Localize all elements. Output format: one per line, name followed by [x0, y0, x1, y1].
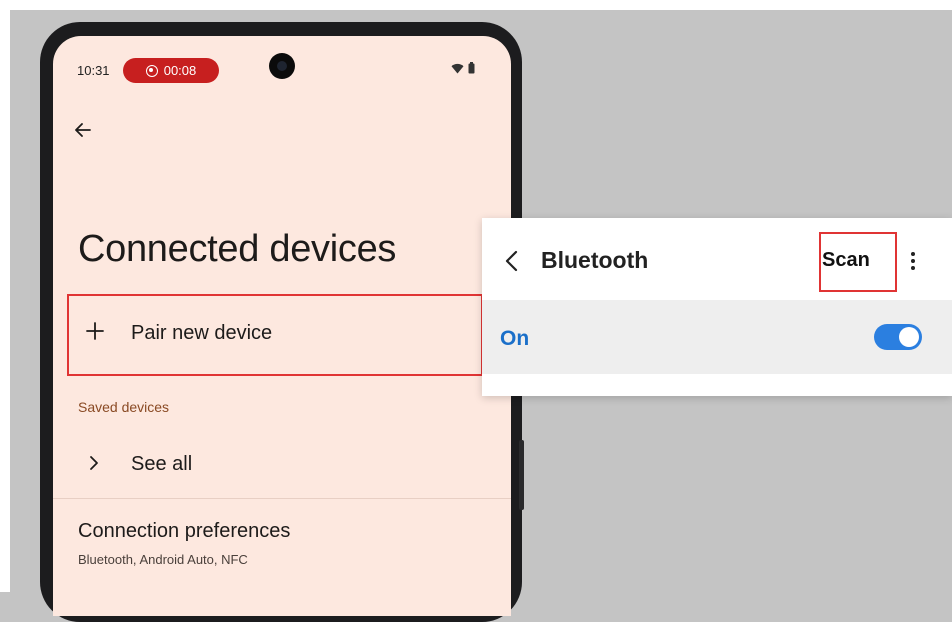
background-strip-left — [0, 0, 10, 592]
camera-cutout — [269, 53, 295, 79]
bluetooth-on-row[interactable]: On — [482, 300, 952, 374]
bluetooth-toggle[interactable] — [874, 324, 922, 350]
status-time: 10:31 — [77, 63, 110, 78]
record-icon — [145, 64, 158, 77]
back-arrow-icon[interactable] — [71, 118, 95, 142]
bluetooth-on-label: On — [500, 327, 530, 350]
status-icons — [451, 62, 475, 74]
connection-preferences-subtitle: Bluetooth, Android Auto, NFC — [78, 552, 248, 567]
page-title: Connected devices — [78, 228, 397, 270]
divider — [53, 498, 511, 499]
battery-icon — [468, 62, 475, 74]
background-strip-top — [0, 0, 952, 10]
more-vert-icon[interactable] — [907, 248, 919, 274]
saved-devices-header: Saved devices — [78, 399, 170, 415]
scan-highlight — [819, 232, 897, 292]
chevron-right-icon — [90, 456, 98, 470]
phone-side-button — [519, 440, 524, 510]
wifi-icon — [451, 63, 464, 73]
bluetooth-title: Bluetooth — [541, 247, 649, 273]
record-timer: 00:08 — [163, 63, 197, 78]
screen-record-pill[interactable]: 00:08 — [123, 58, 219, 83]
connection-preferences-title[interactable]: Connection preferences — [78, 520, 290, 543]
chevron-left-icon[interactable] — [502, 248, 522, 274]
toggle-knob — [899, 327, 919, 347]
pair-new-device-highlight — [67, 294, 483, 376]
see-all-row[interactable]: See all — [67, 441, 487, 485]
see-all-label: See all — [131, 453, 193, 475]
